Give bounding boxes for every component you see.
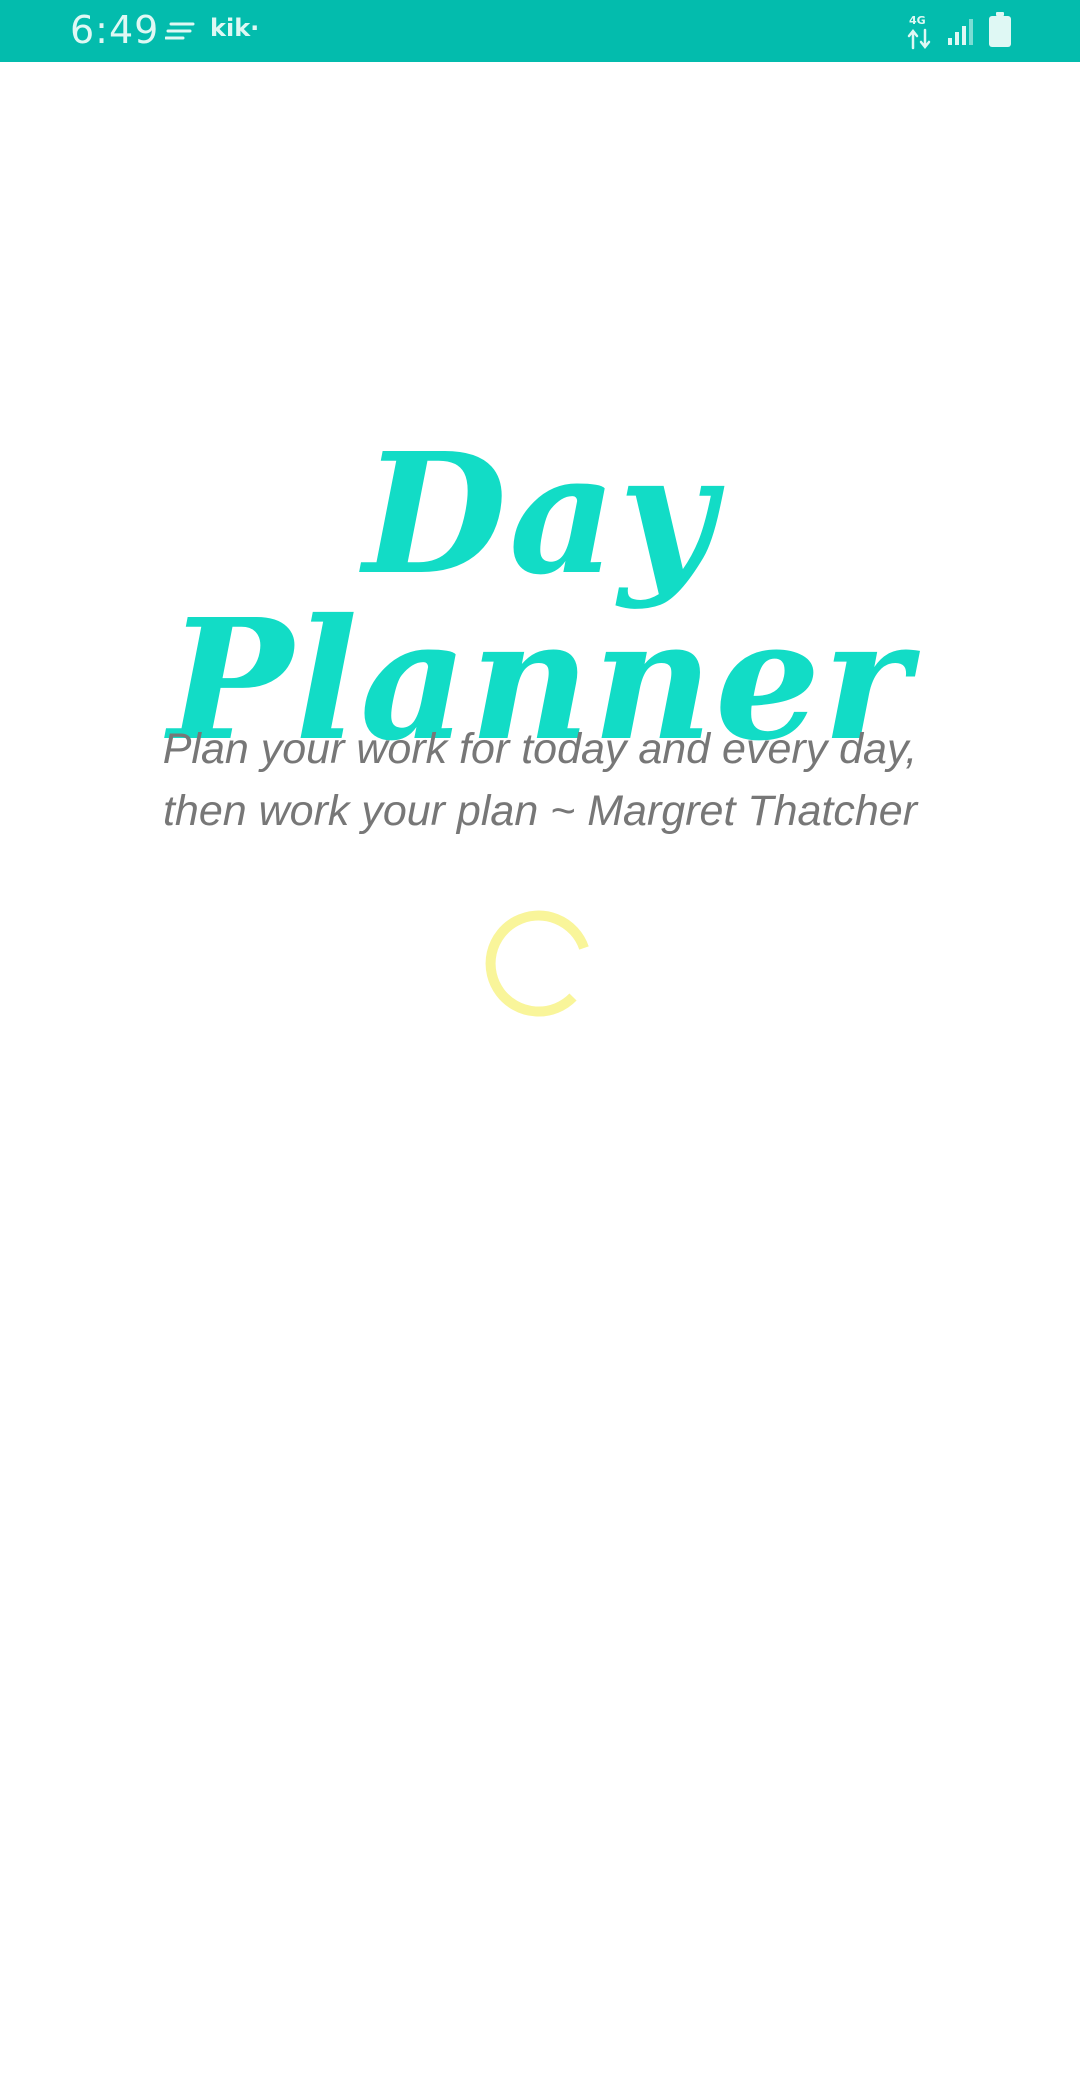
splash-screen: Day Planner Plan your work for today and…	[0, 62, 1080, 2094]
app-title: Day Planner	[168, 417, 912, 778]
signal-strength-icon	[948, 19, 973, 45]
quote-line-2: then work your plan ~ Margret Thatcher	[162, 787, 918, 835]
network-label: 4G	[909, 14, 926, 27]
kik-icon: kik·	[210, 14, 260, 42]
loading-spinner-icon	[485, 910, 589, 1017]
notification-lines-icon	[165, 22, 195, 40]
battery-icon	[989, 12, 1011, 47]
status-time: 6:49	[70, 8, 160, 52]
quote-line-1: Plan your work for today and every day,	[162, 725, 918, 773]
status-bar: 6:49 kik· 4G	[0, 0, 1080, 62]
mobile-data-4g-icon: 4G	[907, 14, 931, 50]
quote: Plan your work for today and every day, …	[90, 718, 990, 842]
